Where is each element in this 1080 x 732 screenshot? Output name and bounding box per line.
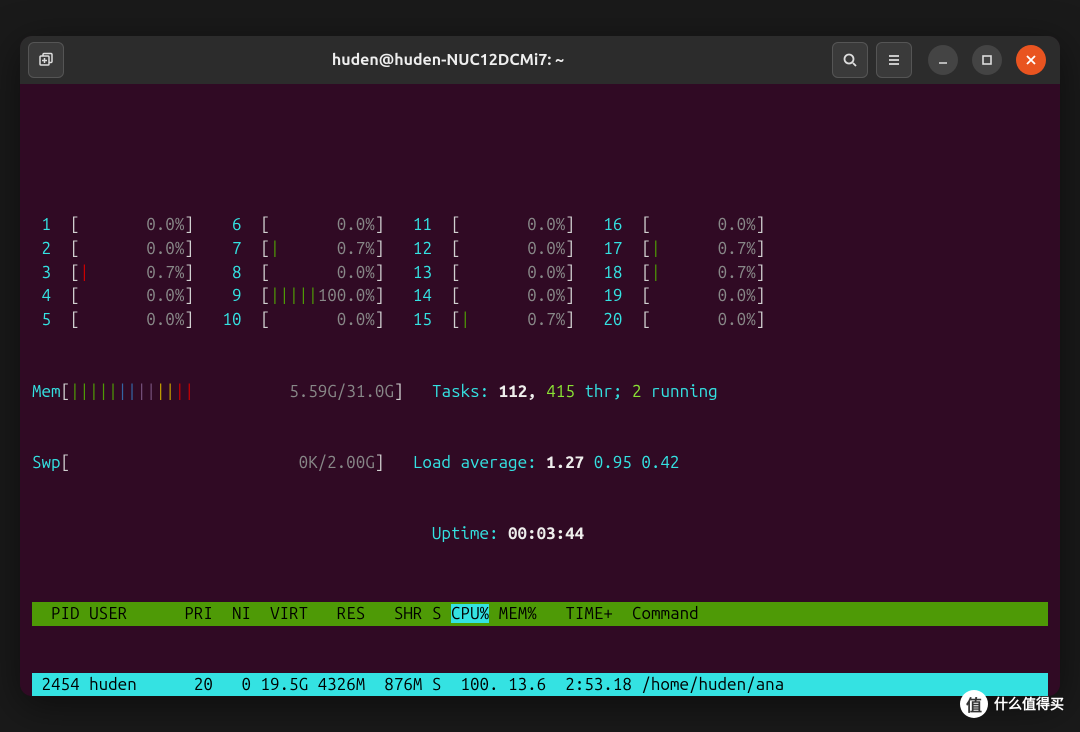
load-15: 0.42 <box>641 453 679 472</box>
search-button[interactable] <box>832 42 868 78</box>
new-tab-button[interactable] <box>28 42 64 78</box>
watermark-text: 什么值得买 <box>994 694 1064 714</box>
cpu-meters: 1 [ 0.0%] 6 [ 0.0%] 11 [ 0.0%] 16 [ 0.0%… <box>32 213 1048 332</box>
col-pid[interactable]: PID <box>32 604 80 623</box>
load-1: 1.27 <box>546 453 584 472</box>
watermark-logo: 值 <box>960 690 988 718</box>
col-cpu[interactable]: CPU% <box>451 604 489 623</box>
col-shr[interactable]: SHR <box>375 604 423 623</box>
mem-label: Mem <box>32 382 61 401</box>
load-label: Load average: <box>413 453 546 472</box>
col-virt[interactable]: VIRT <box>261 604 309 623</box>
terminal-body[interactable]: 1 [ 0.0%] 6 [ 0.0%] 11 [ 0.0%] 16 [ 0.0%… <box>20 84 1060 696</box>
col-mem[interactable]: MEM% <box>499 604 537 623</box>
mem-bars: ||||||||||||| <box>70 382 194 401</box>
tasks-procs: 112 <box>499 382 528 401</box>
uptime-value: 00:03:44 <box>508 524 584 543</box>
window-title: huden@huden-NUC12DCMi7: ~ <box>72 51 824 69</box>
mem-row: Mem[||||||||||||| 5.59G/31.0G] Tasks: 11… <box>32 380 1048 404</box>
col-user[interactable]: USER <box>89 604 175 623</box>
swp-text: 0K/2.00G <box>299 453 375 472</box>
tasks-threads: 415 <box>546 382 575 401</box>
tasks-label: Tasks: <box>432 382 499 401</box>
menu-button[interactable] <box>876 42 912 78</box>
col-time[interactable]: TIME+ <box>546 604 622 623</box>
maximize-button[interactable] <box>972 45 1002 75</box>
watermark: 值 什么值得买 <box>960 690 1064 718</box>
uptime-row: Uptime: 00:03:44 <box>32 522 1048 546</box>
swp-label: Swp <box>32 453 61 472</box>
blank-line <box>32 142 1048 166</box>
col-ni[interactable]: NI <box>222 604 251 623</box>
process-list: 2454 huden 20 0 19.5G 4326M 876M S 100. … <box>32 673 1048 696</box>
col-s[interactable]: S <box>432 604 442 623</box>
titlebar: huden@huden-NUC12DCMi7: ~ <box>20 36 1060 84</box>
load-5: 0.95 <box>594 453 632 472</box>
col-cmd[interactable]: Command <box>632 604 699 623</box>
table-row[interactable]: 2454 huden 20 0 19.5G 4326M 876M S 100. … <box>32 673 1048 696</box>
uptime-label: Uptime: <box>432 524 508 543</box>
process-header[interactable]: PID USER PRI NI VIRT RES SHR S CPU% MEM%… <box>32 602 1048 626</box>
tasks-running: 2 <box>632 382 642 401</box>
mem-text: 5.59G/31.0G <box>289 382 394 401</box>
swp-row: Swp[ 0K/2.00G] Load average: 1.27 0.95 0… <box>32 451 1048 475</box>
col-res[interactable]: RES <box>318 604 366 623</box>
close-button[interactable] <box>1016 45 1046 75</box>
col-pri[interactable]: PRI <box>184 604 213 623</box>
terminal-window: huden@huden-NUC12DCMi7: ~ 1 [ 0.0%] 6 [ … <box>20 36 1060 696</box>
minimize-button[interactable] <box>928 45 958 75</box>
